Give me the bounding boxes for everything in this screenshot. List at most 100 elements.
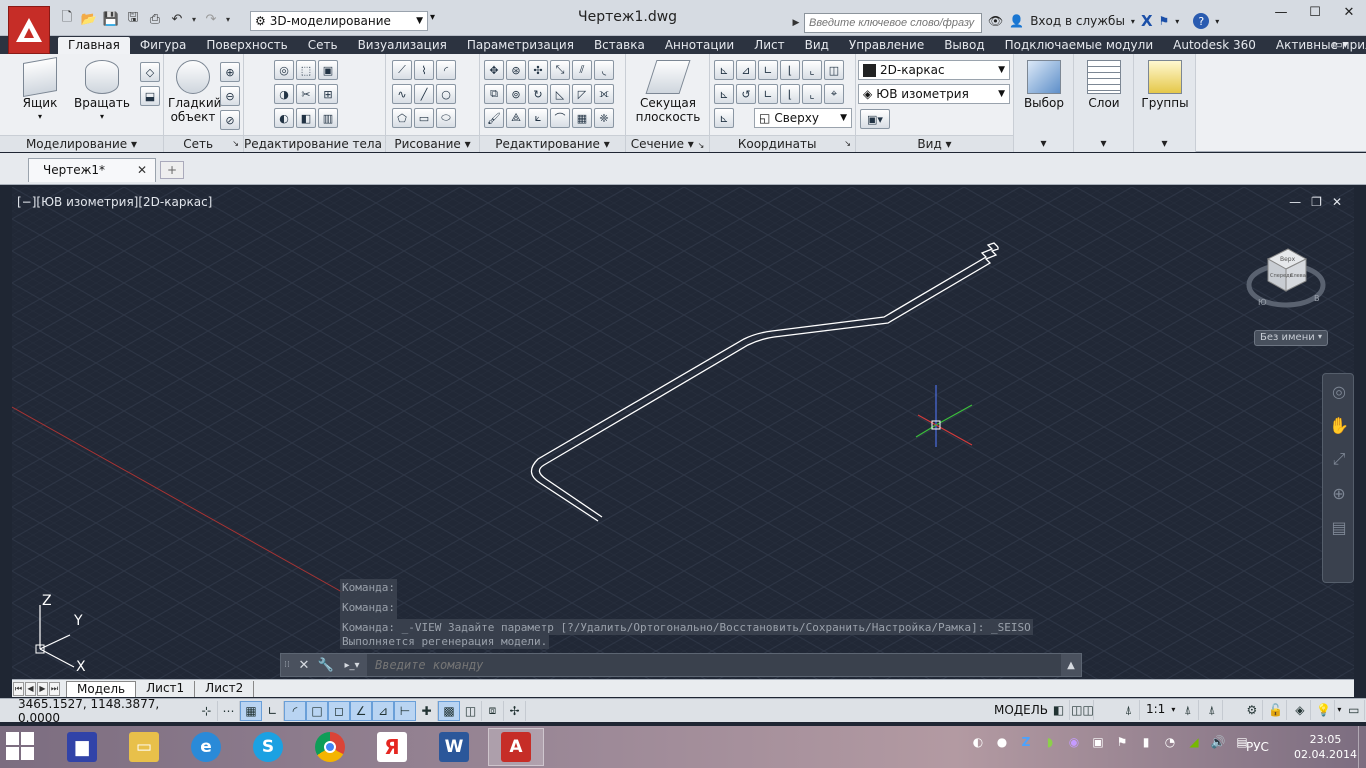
- extrude-faces-icon[interactable]: ▣: [318, 60, 338, 80]
- grid-icon[interactable]: ▦: [240, 700, 262, 721]
- isolate-objects-icon[interactable]: 💡: [1313, 700, 1336, 720]
- taskbar-app-autocad[interactable]: A: [488, 728, 544, 766]
- transparency-icon[interactable]: ▩: [438, 700, 460, 721]
- chevron-down-icon[interactable]: ▾: [1337, 700, 1341, 720]
- ucs-named-icon[interactable]: ⊾: [714, 84, 734, 104]
- orbit-icon[interactable]: ⊕: [1323, 476, 1354, 510]
- ribbon-tab-3[interactable]: Сеть: [298, 37, 348, 54]
- slice-icon[interactable]: ✂: [296, 84, 316, 104]
- ucs-zaxis-icon[interactable]: ⌞: [802, 84, 822, 104]
- open-icon[interactable]: 📂: [80, 10, 98, 28]
- model-space-toggle[interactable]: МОДЕЛЬ: [994, 703, 1048, 717]
- ucs-x-icon[interactable]: ∟: [758, 84, 778, 104]
- dyn-icon[interactable]: ⊢: [394, 700, 416, 721]
- named-view-dropdown[interactable]: Без имени ▾: [1254, 330, 1328, 346]
- network-icon[interactable]: ◐: [970, 734, 986, 750]
- undo-dropdown-icon[interactable]: ▾: [190, 10, 198, 28]
- ribbon-tab-7[interactable]: Аннотации: [655, 37, 744, 54]
- quick-view-layouts-icon[interactable]: ◧: [1048, 700, 1070, 720]
- mesh-add-icon[interactable]: ⊕: [220, 62, 240, 82]
- panel-title[interactable]: Редактирование ▾: [480, 135, 625, 152]
- move-icon[interactable]: ✥: [484, 60, 504, 80]
- brush-icon[interactable]: 🖌: [484, 108, 504, 128]
- application-menu-button[interactable]: [8, 6, 50, 54]
- ribbon-tab-10[interactable]: Управление: [839, 37, 934, 54]
- clean-screen-icon[interactable]: ▭: [1343, 700, 1366, 720]
- line-segment-icon[interactable]: ╱: [414, 84, 434, 104]
- pan-icon[interactable]: ✋: [1323, 408, 1354, 442]
- chevron-down-icon[interactable]: ▾: [1134, 135, 1195, 152]
- signin-button[interactable]: Вход в службы: [1030, 14, 1125, 28]
- ribbon-tab-11[interactable]: Вывод: [934, 37, 994, 54]
- nvidia-icon[interactable]: ◢: [1186, 734, 1202, 750]
- close-icon[interactable]: ✕: [1332, 0, 1366, 24]
- exchange-apps-icon[interactable]: X: [1141, 12, 1153, 30]
- file-tab-active[interactable]: Чертеж1* ✕: [28, 158, 156, 182]
- polysolid-icon[interactable]: ◇: [140, 62, 160, 82]
- ribbon-tab-12[interactable]: Подключаемые модули: [995, 37, 1164, 54]
- smooth-object-button[interactable]: Гладкий объект: [168, 60, 221, 124]
- chevron-down-icon[interactable]: ▾: [1171, 700, 1175, 720]
- extrude-icon[interactable]: ⬓: [140, 86, 160, 106]
- edit-spline-icon[interactable]: ⌒: [550, 108, 570, 128]
- polygon-icon[interactable]: ⬠: [392, 108, 412, 128]
- viewport-config-icon[interactable]: ▣▾: [860, 109, 890, 129]
- compass-south[interactable]: Ю: [1258, 298, 1267, 307]
- ucs-face-icon[interactable]: ⊾: [714, 108, 734, 128]
- print-icon[interactable]: ⎙: [146, 10, 164, 28]
- command-input[interactable]: [367, 654, 1061, 676]
- mesh-remove-icon[interactable]: ⊖: [220, 86, 240, 106]
- otrack-icon[interactable]: ∠: [350, 700, 372, 721]
- quick-view-drawings-icon[interactable]: ◫◫: [1071, 700, 1094, 720]
- explode-icon[interactable]: ❈: [594, 108, 614, 128]
- line-icon[interactable]: ⟋: [392, 60, 412, 80]
- hardware-accel-icon[interactable]: ◈: [1289, 700, 1312, 720]
- rotate-icon[interactable]: ↻: [528, 84, 548, 104]
- ribbon-tab-8[interactable]: Лист: [744, 37, 794, 54]
- fillet-icon[interactable]: ◟: [594, 60, 614, 80]
- annotation-scale-icon[interactable]: ⍋: [1118, 700, 1140, 720]
- separate-icon[interactable]: ⊞: [318, 84, 338, 104]
- monitor-tray-icon[interactable]: ▣: [1090, 734, 1106, 750]
- panel-title[interactable]: Координаты ↘: [710, 135, 855, 152]
- battery-icon[interactable]: ▮: [1138, 734, 1154, 750]
- ribbon-tab-5[interactable]: Параметризация: [457, 37, 584, 54]
- restore-icon[interactable]: ❐: [1311, 195, 1322, 209]
- minimize-icon[interactable]: —: [1289, 195, 1301, 209]
- 3d-rotate-icon[interactable]: ⊛: [506, 60, 526, 80]
- show-desktop-button[interactable]: [1358, 726, 1366, 768]
- qat-customize-icon[interactable]: ▾: [430, 12, 435, 23]
- chevron-down-icon[interactable]: ▾: [1014, 135, 1073, 152]
- visual-style-dropdown[interactable]: 2D-каркас ▼: [858, 60, 1010, 80]
- chevron-down-icon[interactable]: ▾: [1074, 135, 1133, 152]
- layout-tab-model[interactable]: Модель: [66, 680, 137, 697]
- ucs-origin-icon[interactable]: ∟: [758, 60, 778, 80]
- workspace-switch-icon[interactable]: ⚙: [1241, 700, 1264, 720]
- compass-east[interactable]: В: [1314, 294, 1320, 303]
- thicken-icon[interactable]: ◧: [296, 108, 316, 128]
- polar-icon[interactable]: ◜: [284, 700, 306, 721]
- wrench-icon[interactable]: 🔧: [315, 654, 337, 676]
- ribbon-minimize-icon[interactable]: ▭▾: [1332, 38, 1348, 51]
- copy-icon[interactable]: ⧉: [484, 84, 504, 104]
- panel-title[interactable]: Вид ▾: [856, 135, 1013, 152]
- volume-icon[interactable]: 🔊: [1210, 734, 1226, 750]
- search-input[interactable]: [804, 13, 982, 33]
- osnap-icon[interactable]: □: [306, 700, 328, 721]
- ucs-3point-icon[interactable]: ⌊: [780, 60, 800, 80]
- input-language[interactable]: РУС: [1246, 740, 1269, 754]
- quick-properties-icon[interactable]: ◫: [460, 700, 482, 721]
- close-icon[interactable]: ✕: [1332, 195, 1342, 209]
- ucs-previous-icon[interactable]: ↺: [736, 84, 756, 104]
- revolve-button[interactable]: Вращать ▾: [74, 60, 130, 124]
- save-icon[interactable]: 💾: [102, 10, 120, 28]
- redo-dropdown-icon[interactable]: ▾: [224, 10, 232, 28]
- spline-icon[interactable]: ∿: [392, 84, 412, 104]
- lock-icon[interactable]: 🔓: [1265, 700, 1288, 720]
- start-button[interactable]: [6, 732, 36, 762]
- ucs-object-icon[interactable]: ⌖: [824, 84, 844, 104]
- taskbar-app-ie[interactable]: e: [178, 728, 234, 766]
- 3d-move-icon[interactable]: ✣: [528, 60, 548, 80]
- box-button[interactable]: Ящик ▾: [18, 57, 62, 124]
- wifi-icon[interactable]: ◔: [1162, 734, 1178, 750]
